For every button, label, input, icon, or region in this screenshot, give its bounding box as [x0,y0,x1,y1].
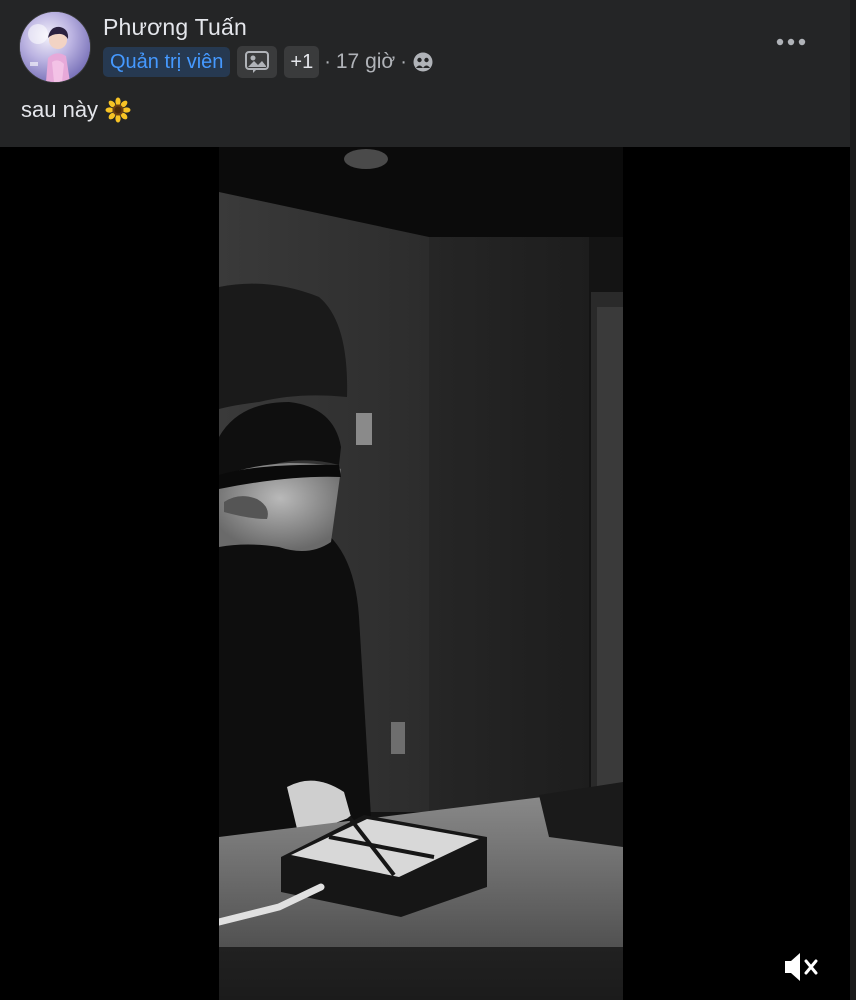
post-text: sau này [21,97,131,123]
avatar[interactable] [20,12,90,82]
post-meta: Quản trị viên +1 · 17 giờ · [103,46,434,78]
video-frame[interactable]: 11 [219,147,623,1000]
scrollbar-track[interactable] [850,0,856,1000]
video-player[interactable]: 11 [0,147,850,1000]
post-text-content: sau này [21,97,99,122]
post-header: Phương Tuấn Quản trị viên +1 · 17 giờ · [0,0,850,147]
extra-badges[interactable]: +1 [284,46,320,78]
group-privacy-icon[interactable] [412,51,434,73]
volume-muted-icon [785,953,818,981]
photo-badge-icon[interactable] [237,46,278,78]
more-options-button[interactable] [766,24,816,60]
post-timestamp[interactable]: 17 giờ [336,50,395,74]
sunflower-icon [105,97,131,123]
role-badge[interactable]: Quản trị viên [103,47,231,77]
video-still: 11 [219,147,623,1000]
meta-separator: · [324,50,331,73]
more-options-icon [776,38,806,46]
mute-toggle-button[interactable] [776,947,826,987]
author-name[interactable]: Phương Tuấn [103,14,247,41]
meta-separator: · [400,50,407,73]
avatar-image [20,12,90,82]
post-card: Phương Tuấn Quản trị viên +1 · 17 giờ · [0,0,856,1000]
